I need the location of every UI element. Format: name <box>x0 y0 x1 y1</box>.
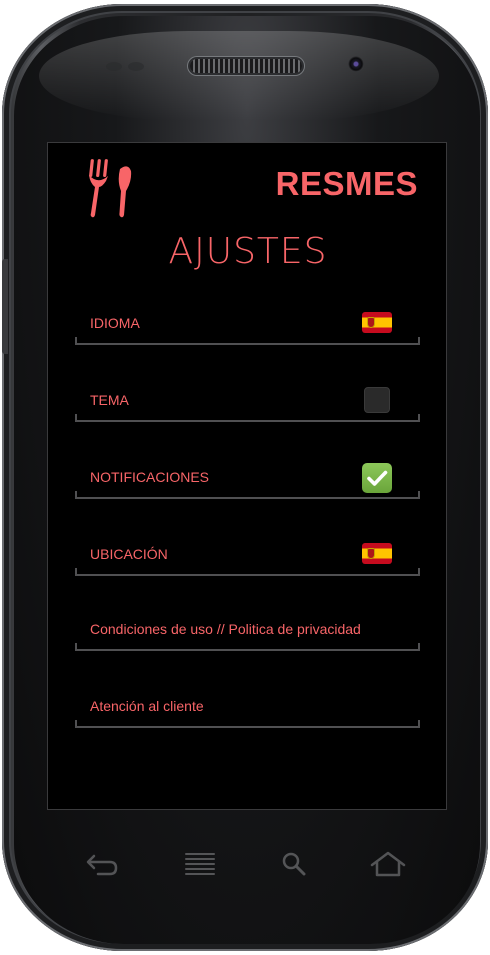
search-icon[interactable] <box>274 850 314 878</box>
page-title: AJUSTES <box>168 231 328 272</box>
notifications-checkbox[interactable] <box>362 463 392 493</box>
flag-spain-icon[interactable] <box>362 312 392 333</box>
menu-icon[interactable] <box>180 850 220 878</box>
app-screen: RESMES AJUSTES IDIOMA TEMA NOTIFICACIONE… <box>47 142 447 810</box>
light-sensor <box>128 62 144 71</box>
fork-knife-icon <box>89 159 132 218</box>
setting-row-theme[interactable]: TEMA <box>75 382 420 422</box>
theme-checkbox[interactable] <box>364 387 390 413</box>
setting-label-customer-support: Atención al cliente <box>90 698 204 714</box>
setting-row-language[interactable]: IDIOMA <box>75 305 420 345</box>
proximity-sensor <box>106 62 122 71</box>
earpiece-speaker <box>190 59 302 73</box>
setting-row-customer-support[interactable]: Atención al cliente <box>75 688 420 728</box>
setting-row-terms-privacy[interactable]: Condiciones de uso // Politica de privac… <box>75 611 420 651</box>
front-camera <box>348 56 364 72</box>
back-icon[interactable] <box>82 850 122 878</box>
setting-label-theme: TEMA <box>90 392 129 408</box>
flag-spain-icon[interactable] <box>362 543 392 564</box>
home-icon[interactable] <box>368 850 408 878</box>
setting-row-notifications[interactable]: NOTIFICACIONES <box>75 459 420 499</box>
setting-label-terms-privacy: Condiciones de uso // Politica de privac… <box>90 621 361 637</box>
setting-label-notifications: NOTIFICACIONES <box>90 469 210 485</box>
setting-label-location: UBICACIÓN <box>90 546 168 562</box>
volume-button <box>2 259 8 354</box>
glass-glare <box>39 31 439 121</box>
setting-row-location[interactable]: UBICACIÓN <box>75 536 420 576</box>
setting-label-language: IDIOMA <box>90 315 140 331</box>
brand-title: RESMES <box>275 165 418 202</box>
checkmark-icon <box>367 470 388 486</box>
